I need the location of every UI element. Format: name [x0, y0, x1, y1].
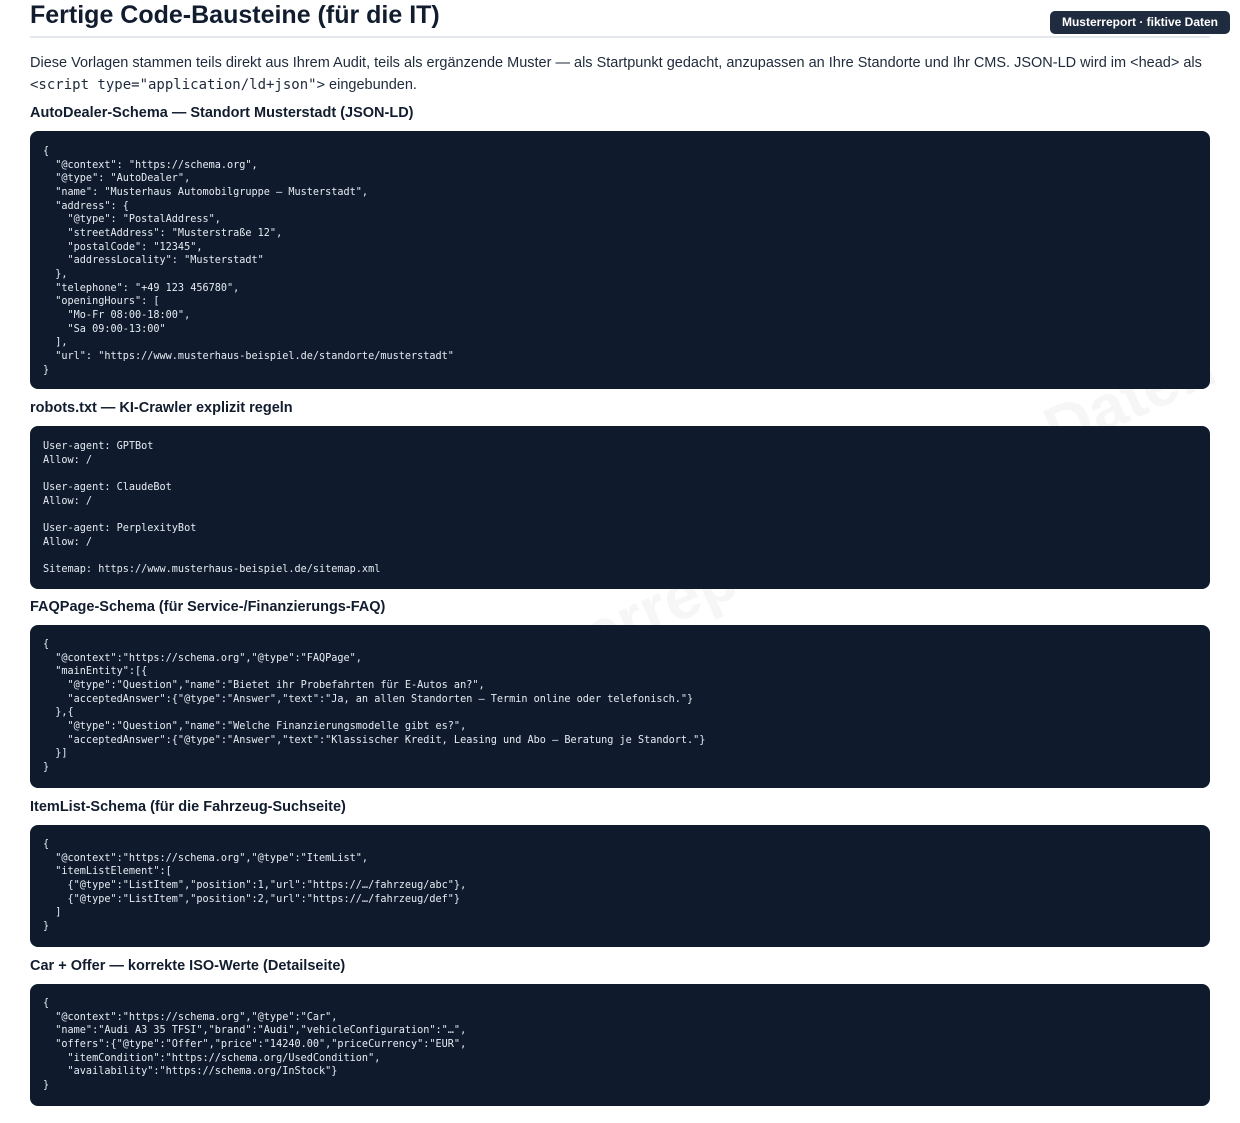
- header: Fertige Code-Bausteine (für die IT) Must…: [30, 0, 1230, 38]
- code-section-autodealer: AutoDealer-Schema — Standort Musterstadt…: [30, 104, 1210, 389]
- page-header-area: Fertige Code-Bausteine (für die IT) Must…: [30, 0, 1230, 96]
- section-title: AutoDealer-Schema — Standort Musterstadt…: [30, 105, 414, 121]
- section-title: robots.txt — KI-Crawler explizit regeln: [30, 400, 293, 416]
- intro-inline-code: <script type="application/ld+json">: [30, 77, 326, 93]
- code-block[interactable]: { "@context":"https://schema.org","@type…: [30, 984, 1210, 1106]
- code-block[interactable]: { "@context":"https://schema.org","@type…: [30, 825, 1210, 947]
- code-block[interactable]: User-agent: GPTBot Allow: / User-agent: …: [30, 426, 1210, 589]
- status-badge: Musterreport · fiktive Daten: [1049, 11, 1230, 34]
- section-title: FAQPage-Schema (für Service-/Finanzierun…: [30, 599, 386, 615]
- intro-text: Diese Vorlagen stammen teils direkt aus …: [30, 55, 1202, 71]
- section-title: Car + Offer — korrekte ISO-Werte (Detail…: [30, 958, 346, 974]
- intro-paragraph: Diese Vorlagen stammen teils direkt aus …: [30, 52, 1210, 96]
- code-block[interactable]: { "@context": "https://schema.org", "@ty…: [30, 131, 1210, 389]
- code-section-itemlist: ItemList-Schema (für die Fahrzeug-Suchse…: [30, 798, 1210, 947]
- page-title: Fertige Code-Bausteine (für die IT): [30, 1, 440, 29]
- code-block[interactable]: { "@context":"https://schema.org","@type…: [30, 625, 1210, 788]
- code-section-robots: robots.txt — KI-Crawler explizit regeln …: [30, 399, 1210, 589]
- section-title: ItemList-Schema (für die Fahrzeug-Suchse…: [30, 799, 346, 815]
- code-section-faqpage: FAQPage-Schema (für Service-/Finanzierun…: [30, 598, 1210, 788]
- intro-text-end: eingebunden.: [325, 77, 417, 93]
- code-section-car-offer: Car + Offer — korrekte ISO-Werte (Detail…: [30, 957, 1210, 1106]
